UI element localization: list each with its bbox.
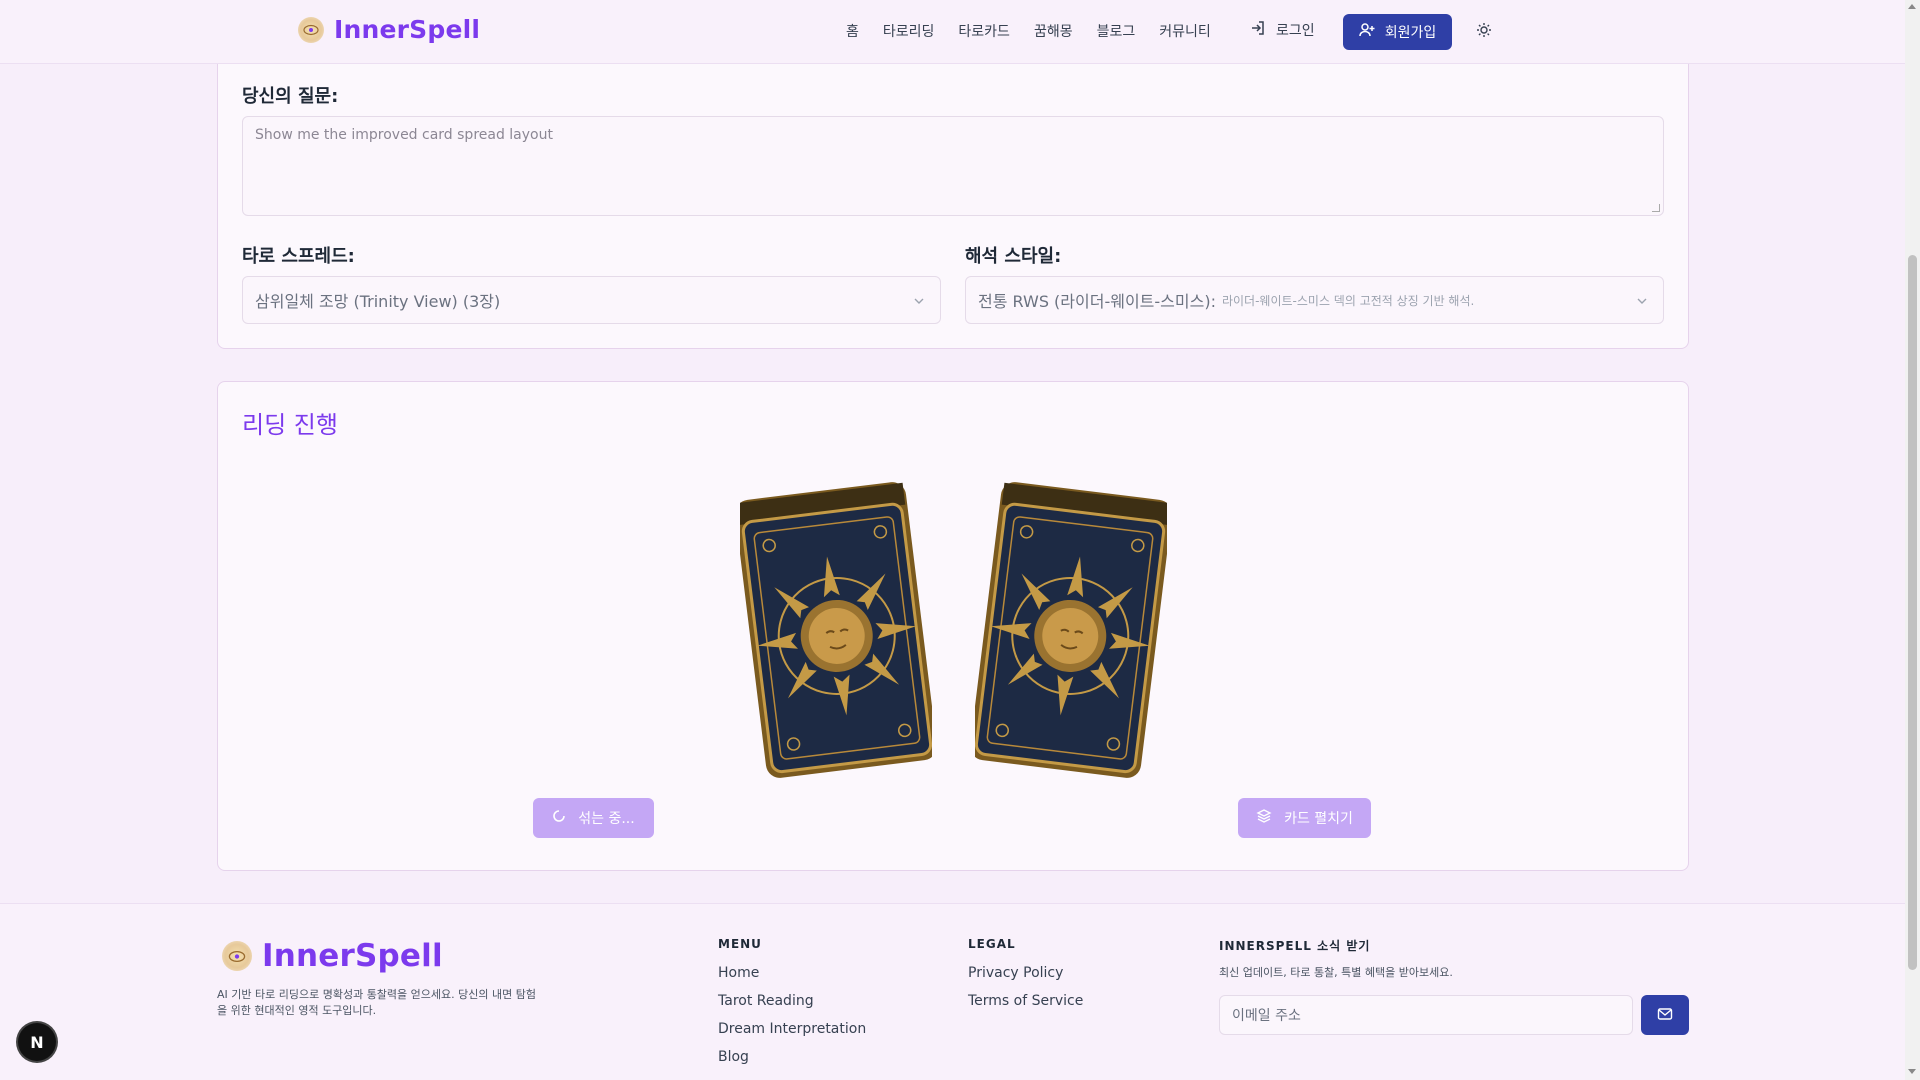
reading-title: 리딩 진행 (242, 411, 338, 439)
footer-link-terms[interactable]: Terms of Service (968, 993, 1083, 1009)
user-plus-icon (1358, 22, 1375, 42)
mail-icon (1657, 1006, 1673, 1025)
nav-link-dream[interactable]: 꿈해몽 (1034, 21, 1073, 41)
shuffle-button[interactable]: 섞는 중... (533, 798, 654, 838)
newsletter-note: 최신 업데이트, 타로 통찰, 특별 혜택을 받아보세요. (1219, 966, 1453, 979)
tarot-card-back-left[interactable] (740, 482, 932, 778)
style-description: 라이더-웨이트-스미스 덱의 고전적 상징 기반 해석. (1221, 293, 1475, 308)
reading-progress-card (217, 381, 1689, 871)
nav-links: 홈 타로리딩 타로카드 꿈해몽 블로그 커뮤니티 (846, 21, 1235, 41)
eye-logo-icon (222, 941, 252, 971)
login-button[interactable]: 로그인 (1250, 20, 1315, 40)
scroll-down-icon[interactable] (1908, 1069, 1916, 1074)
signup-button[interactable]: 회원가입 (1343, 14, 1452, 50)
scrollbar-thumb[interactable] (1908, 255, 1917, 970)
sun-icon (1476, 22, 1492, 42)
nav-link-blog[interactable]: 블로그 (1097, 21, 1136, 41)
eye-logo-icon (298, 16, 324, 43)
resize-handle-icon[interactable] (1652, 204, 1660, 212)
dev-badge-letter: N (30, 1032, 44, 1052)
nav-link-tarot-reading[interactable]: 타로리딩 (883, 21, 935, 41)
footer-link-privacy[interactable]: Privacy Policy (968, 965, 1063, 981)
spread-select[interactable]: 삼위일체 조망 (Trinity View) (3장) (242, 276, 941, 324)
brand-name: InnerSpell (334, 15, 481, 44)
footer-logo[interactable]: InnerSpell (222, 938, 443, 974)
chevron-down-icon (1635, 293, 1649, 312)
login-icon (1250, 20, 1266, 40)
dev-tools-badge[interactable]: N (18, 1023, 56, 1061)
signup-label: 회원가입 (1384, 25, 1437, 41)
newsletter-email-input[interactable]: 이메일 주소 (1219, 995, 1633, 1035)
nav-link-tarot-cards[interactable]: 타로카드 (958, 21, 1010, 41)
newsletter-heading: INNERSPELL 소식 받기 (1219, 939, 1371, 953)
footer-brand-name: InnerSpell (262, 938, 443, 974)
footer-link-dream[interactable]: Dream Interpretation (718, 1021, 866, 1037)
nav-link-home[interactable]: 홈 (846, 21, 859, 41)
question-textarea[interactable]: Show me the improved card spread layout (242, 116, 1664, 216)
theme-toggle-button[interactable] (1474, 22, 1494, 42)
footer-description: AI 기반 타로 리딩으로 명확성과 통찰력을 얻으세요. 당신의 내면 탐험을… (217, 988, 536, 1017)
style-selected-value: 전통 RWS (라이더-웨이트-스미스): (978, 292, 1216, 311)
spread-cards-label: 카드 펼치기 (1284, 811, 1353, 827)
footer-legal-heading: LEGAL (968, 937, 1016, 951)
loading-spinner-icon (552, 809, 566, 827)
spread-cards-button[interactable]: 카드 펼치기 (1238, 798, 1371, 838)
email-placeholder: 이메일 주소 (1232, 1008, 1301, 1024)
newsletter-submit-button[interactable] (1641, 995, 1689, 1035)
scroll-up-icon[interactable] (1908, 4, 1916, 9)
spread-selected-value: 삼위일체 조망 (Trinity View) (3장) (255, 292, 501, 311)
top-navigation: InnerSpell 홈 타로리딩 타로카드 꿈해몽 블로그 커뮤니티 로그인 … (0, 0, 1905, 64)
footer-link-blog[interactable]: Blog (718, 1049, 749, 1065)
question-placeholder: Show me the improved card spread layout (255, 127, 553, 143)
tarot-card-back-right[interactable] (975, 482, 1167, 778)
footer-link-tarot-reading[interactable]: Tarot Reading (718, 993, 814, 1009)
footer-link-home[interactable]: Home (718, 965, 759, 981)
style-label: 해석 스타일: (965, 246, 1062, 267)
header-logo[interactable]: InnerSpell (298, 15, 480, 44)
footer-menu-heading: MENU (718, 937, 762, 951)
login-label: 로그인 (1276, 23, 1315, 39)
chevron-down-icon (912, 293, 926, 312)
spread-label: 타로 스프레드: (242, 246, 355, 267)
question-label: 당신의 질문: (242, 86, 339, 107)
style-select[interactable]: 전통 RWS (라이더-웨이트-스미스): 라이더-웨이트-스미스 덱의 고전적… (965, 276, 1664, 324)
nav-link-community[interactable]: 커뮤니티 (1159, 21, 1211, 41)
shuffle-label: 섞는 중... (578, 811, 635, 827)
layers-icon (1256, 808, 1272, 828)
